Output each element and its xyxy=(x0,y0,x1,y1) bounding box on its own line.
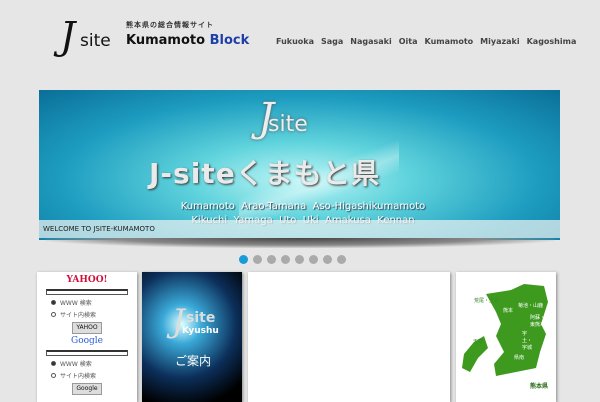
radio-label: サイト内検索 xyxy=(60,373,97,380)
banner-line1: Kumamoto Arao-Tamana Aso-Higashikumamoto xyxy=(180,201,426,212)
slider-dot[interactable] xyxy=(239,255,248,264)
radio-icon[interactable] xyxy=(51,361,56,366)
slider-dot[interactable] xyxy=(253,255,262,264)
banner-logo: Jsite xyxy=(258,95,308,141)
google-radio-site[interactable]: サイト内検索 xyxy=(51,371,137,380)
nav-nagasaki[interactable]: Nagasaki xyxy=(350,37,391,46)
radio-icon[interactable] xyxy=(51,373,56,378)
nav-kumamoto[interactable]: Kumamoto xyxy=(425,37,474,46)
google-search-input[interactable] xyxy=(46,350,128,356)
slider-dot[interactable] xyxy=(295,255,304,264)
nav-fukuoka[interactable]: Fukuoka xyxy=(276,37,314,46)
kyushu-guide-text: ご案内 xyxy=(175,354,212,368)
map-label[interactable]: 宇土・宇城 xyxy=(522,330,536,351)
site-logo[interactable]: J site 熊本県の総合情報サイト Kumamoto Block xyxy=(60,14,249,58)
slide-caption: WELCOME TO JSITE-KUMAMOTO xyxy=(39,220,560,238)
yahoo-search-input[interactable] xyxy=(46,289,128,295)
slider-dot[interactable] xyxy=(309,255,318,264)
radio-icon[interactable] xyxy=(51,312,56,317)
map-label[interactable]: 菊池・山鹿 xyxy=(518,302,543,309)
brand-main: Kumamoto xyxy=(126,33,206,48)
logo-site: site xyxy=(80,31,111,51)
google-logo: Google xyxy=(71,336,103,346)
map-label[interactable]: 天草 xyxy=(473,338,483,345)
map-label[interactable]: 熊本 xyxy=(503,307,513,314)
nav-oita[interactable]: Oita xyxy=(399,37,418,46)
slider-pagination xyxy=(239,255,346,264)
nav-saga[interactable]: Saga xyxy=(321,37,343,46)
radio-label: WWW 検索 xyxy=(60,300,92,307)
tagline: 熊本県の総合情報サイト xyxy=(126,21,214,29)
logo-j: J xyxy=(60,14,76,58)
kyushu-guide-banner[interactable]: J site Kyushu ご案内 xyxy=(142,272,242,402)
nav-kagoshima[interactable]: Kagoshima xyxy=(527,37,577,46)
banner-shadow xyxy=(45,238,555,248)
map-label[interactable]: 県南 xyxy=(514,354,524,361)
banner-title: J-siteくまもと県 xyxy=(149,157,381,190)
banner-logo-site: site xyxy=(268,112,308,137)
google-search-button[interactable]: Google xyxy=(72,383,102,395)
slider-dot[interactable] xyxy=(281,255,290,264)
kyushu-label: Kyushu xyxy=(182,326,219,336)
search-box: YAHOO! WWW 検索 サイト内検索 YAHOO Google WWW 検索… xyxy=(37,272,137,402)
map-title: 熊本県 xyxy=(529,383,548,390)
kumamoto-map[interactable]: 荒尾・玉名 菊池・山鹿 熊本 阿蘇・東熊本 宇土・宇城 天草 県南 熊本県 xyxy=(456,272,556,402)
radio-label: サイト内検索 xyxy=(60,312,97,319)
nav-miyazaki[interactable]: Miyazaki xyxy=(480,37,519,46)
map-label[interactable]: 阿蘇・東熊本 xyxy=(530,314,548,328)
yahoo-radio-www[interactable]: WWW 検索 xyxy=(51,298,137,307)
slider-dot[interactable] xyxy=(337,255,346,264)
yahoo-radio-site[interactable]: サイト内検索 xyxy=(51,310,137,319)
kyushu-name: site Kyushu xyxy=(182,310,219,336)
slider-dot[interactable] xyxy=(323,255,332,264)
main-nav: Fukuoka Saga Nagasaki Oita Kumamoto Miya… xyxy=(276,37,576,46)
content-panel xyxy=(248,272,450,402)
hero-slider[interactable]: Jsite J-siteくまもと県 Kumamoto Arao-Tamana A… xyxy=(39,90,560,240)
brand-name: Kumamoto Block xyxy=(126,33,249,48)
radio-icon[interactable] xyxy=(51,300,56,305)
slider-dot[interactable] xyxy=(267,255,276,264)
kyushu-logo-site: site xyxy=(186,310,216,326)
google-radio-www[interactable]: WWW 検索 xyxy=(51,359,137,368)
yahoo-logo: YAHOO! xyxy=(66,275,108,285)
map-label[interactable]: 荒尾・玉名 xyxy=(474,297,499,304)
yahoo-search-button[interactable]: YAHOO xyxy=(72,322,102,334)
radio-label: WWW 検索 xyxy=(60,361,92,368)
brand-accent: Block xyxy=(209,33,250,48)
